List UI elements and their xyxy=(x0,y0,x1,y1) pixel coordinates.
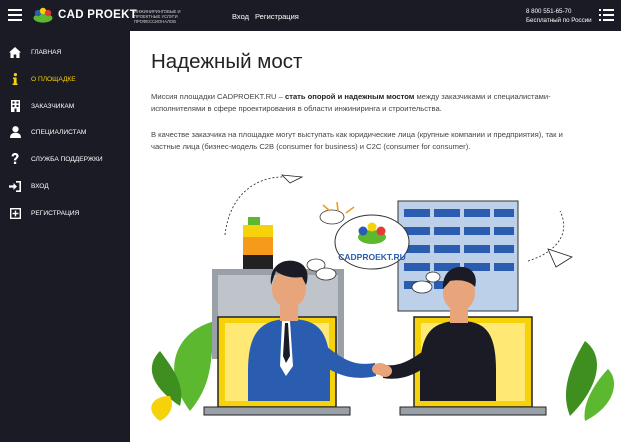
list-menu-icon[interactable] xyxy=(599,9,614,22)
phone-block[interactable]: 8 800 551-65-70 Бесплатный по России xyxy=(526,7,592,25)
sidebar-item-label: РЕГИСТРАЦИЯ xyxy=(31,209,80,217)
page-title: Надежный мост xyxy=(151,50,303,73)
customers-text-line2: частные лица (бизнес-модель C2B (consume… xyxy=(151,141,471,151)
sidebar-item-customers[interactable]: ЗАКАЗЧИКАМ xyxy=(0,96,130,116)
sidebar-item-register[interactable]: РЕГИСТРАЦИЯ xyxy=(0,203,130,223)
sidebar-item-support[interactable]: СЛУЖБА ПОДДЕРЖКИ xyxy=(0,149,130,169)
logo-subtitle: ИНЖИНИРИНГОВЫЕ И ПРОЕКТНЫЕ УСЛУГИ ПРОФЕС… xyxy=(134,9,181,24)
user-icon xyxy=(9,126,21,138)
building-icon xyxy=(9,100,21,112)
sidebar-item-label: СПЕЦИАЛИСТАМ xyxy=(31,128,87,136)
sidebar-item-label: СЛУЖБА ПОДДЕРЖКИ xyxy=(31,155,103,163)
handshake-illustration: CADPROEKT.RU xyxy=(151,174,615,421)
mission-text-suffix: между заказчиками и специалистами- xyxy=(414,92,551,101)
sign-in-icon xyxy=(9,180,21,192)
sidebar-item-label: ГЛАВНАЯ xyxy=(31,48,62,56)
login-link[interactable]: Вход xyxy=(232,12,249,21)
info-icon xyxy=(9,73,21,85)
plus-square-icon xyxy=(9,207,21,219)
sidebar-item-home[interactable]: ГЛАВНАЯ xyxy=(0,42,130,62)
sidebar-item-about[interactable]: О ПЛОЩАДКЕ xyxy=(0,69,130,89)
sidebar-item-login[interactable]: ВХОД xyxy=(0,176,130,196)
phone-number[interactable]: 8 800 551-65-70 xyxy=(526,7,592,16)
hamburger-menu-icon[interactable] xyxy=(8,9,22,21)
customers-paragraph: В качестве заказчика на площадке могут в… xyxy=(151,129,613,152)
mission-paragraph: Миссия площадки CADPROEKT.RU – стать опо… xyxy=(151,91,613,114)
mission-text-line2: исполнителями в сфере проектирования в о… xyxy=(151,103,442,113)
top-bar: CAD PROEKT ИНЖИНИРИНГОВЫЕ И ПРОЕКТНЫЕ УС… xyxy=(0,0,621,31)
logo-icon[interactable] xyxy=(33,7,53,23)
mission-text-prefix: Миссия площадки CADPROEKT.RU – xyxy=(151,92,285,101)
logo-text[interactable]: CAD PROEKT xyxy=(58,9,137,21)
sidebar: ГЛАВНАЯ О ПЛОЩАДКЕ ЗАКАЗЧИКАМ СПЕЦИАЛИСТ… xyxy=(0,31,130,442)
sidebar-item-label: ВХОД xyxy=(31,182,49,190)
main-content: Надежный мост Миссия площадки CADPROEKT.… xyxy=(130,31,621,442)
sidebar-item-label: О ПЛОЩАДКЕ xyxy=(31,75,76,83)
paper-plane-icon xyxy=(280,174,304,184)
register-link[interactable]: Регистрация xyxy=(255,12,299,21)
badge-text: CADPROEKT.RU xyxy=(338,252,406,262)
sidebar-item-label: ЗАКАЗЧИКАМ xyxy=(31,102,75,110)
home-icon xyxy=(9,46,21,58)
customers-text-line1: В качестве заказчика на площадке могут в… xyxy=(151,130,563,139)
sidebar-item-specialists[interactable]: СПЕЦИАЛИСТАМ xyxy=(0,122,130,142)
phone-note: Бесплатный по России xyxy=(526,17,592,24)
mission-text-bold: стать опорой и надежным мостом xyxy=(285,92,415,101)
question-icon xyxy=(9,153,21,165)
